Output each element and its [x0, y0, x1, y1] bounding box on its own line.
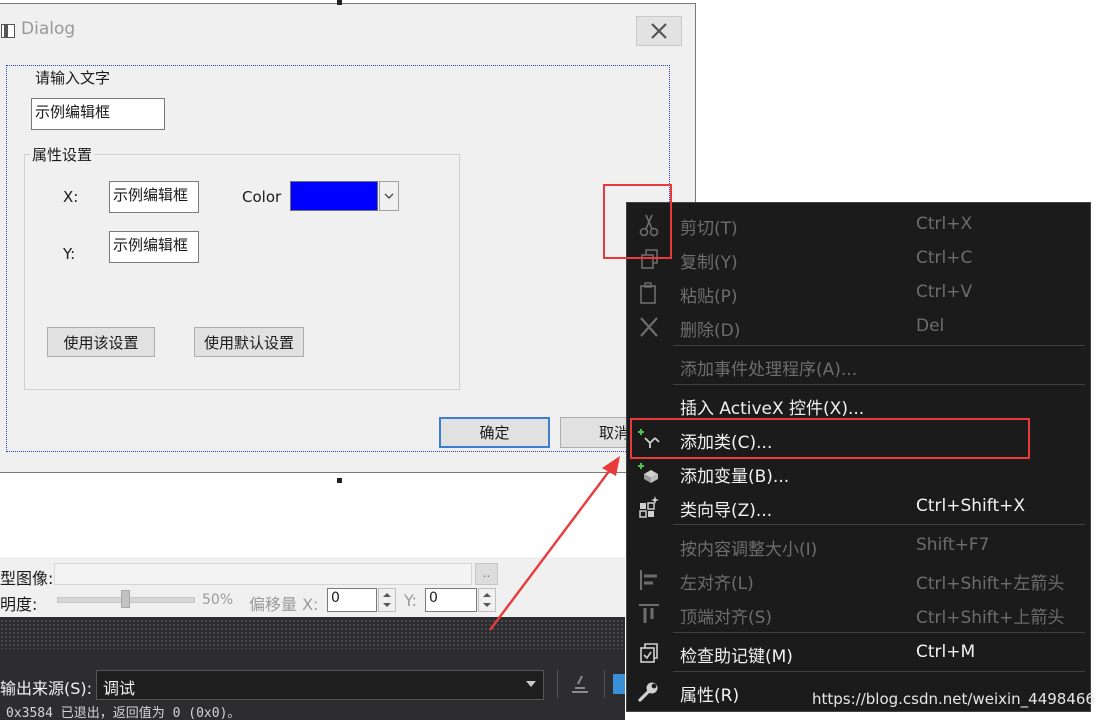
close-button[interactable] [636, 16, 682, 46]
menu-item-label: 添加变量(B)... [680, 467, 790, 487]
menu-item-shortcut: Ctrl+X [916, 214, 973, 234]
menu-item-label: 左对齐(L) [680, 574, 754, 594]
y-edit-box[interactable]: 示例编辑框 [109, 231, 199, 263]
menu-item-align-left[interactable]: 左对齐(L) Ctrl+Shift+左箭头 [627, 563, 1090, 596]
spin-arrows-icon [383, 593, 391, 607]
menu-item-shortcut: Shift+F7 [916, 535, 990, 555]
y-label: Y: [63, 245, 76, 263]
word-wrap-icon[interactable] [613, 674, 625, 694]
menu-item-label: 剪切(T) [680, 219, 738, 239]
wrench-icon [638, 682, 658, 702]
resize-handle-top[interactable] [337, 0, 342, 5]
menu-item-label: 粘贴(P) [680, 287, 738, 307]
toolbar-divider [604, 670, 605, 698]
resize-handle-bottom[interactable] [337, 478, 342, 483]
annotation-highlight-add-class [630, 418, 1030, 459]
chevron-down-icon [526, 681, 536, 687]
offset-y-input[interactable]: 0 [425, 588, 477, 612]
menu-item-insert-activex[interactable]: 插入 ActiveX 控件(X)... [627, 388, 1090, 421]
offset-x-input[interactable]: 0 [327, 588, 377, 612]
dialog-window: Dialog 请输入文字 示例编辑框 属性设置 X: 示例编辑框 Y: 示例编辑… [0, 3, 696, 473]
menu-item-label: 顶端对齐(S) [680, 608, 773, 628]
menu-item-shortcut: Ctrl+M [916, 642, 976, 662]
menu-item-shortcut: Del [916, 316, 945, 336]
menu-item-delete[interactable]: 删除(D) Del [627, 310, 1090, 343]
toolbar-divider [557, 670, 558, 698]
clear-all-icon [572, 675, 588, 693]
offset-x-spinner[interactable] [378, 588, 396, 612]
output-text: 0x3584 已退出，返回值为 0 (0x0)。 [6, 706, 241, 721]
menu-item-class-wizard[interactable]: 类向导(Z)... Ctrl+Shift+X [627, 490, 1090, 523]
class-wizard-icon [639, 496, 659, 518]
output-source-label: 输出来源(S): [0, 679, 93, 698]
menu-item-shortcut: Ctrl+C [916, 248, 973, 268]
menu-item-shortcut: Ctrl+Shift+左箭头 [916, 574, 1065, 594]
menu-separator [673, 632, 1085, 633]
image-label: 型图像: [0, 569, 54, 588]
brightness-label: 明度: [0, 595, 38, 614]
groupbox-label: 属性设置 [30, 144, 95, 165]
offset-y-label: Y: [404, 591, 418, 610]
offset-x-label: 偏移量 X: [249, 595, 319, 614]
prompt-label: 请输入文字 [35, 69, 111, 87]
menu-item-align-top[interactable]: 顶端对齐(S) Ctrl+Shift+上箭头 [627, 597, 1090, 630]
color-label: Color [242, 188, 282, 206]
menu-item-label: 检查助记键(M) [680, 647, 793, 667]
check-mnemonic-icon [640, 643, 658, 663]
color-dropdown-button[interactable] [379, 181, 399, 211]
menu-item-label: 类向导(Z)... [680, 501, 773, 521]
window-icon [1, 24, 15, 38]
close-icon [651, 23, 667, 39]
menu-item-add-variable[interactable]: 添加变量(B)... [627, 456, 1090, 489]
brightness-slider-thumb[interactable] [121, 590, 130, 608]
menu-item-size-to-content[interactable]: 按内容调整大小(I) Shift+F7 [627, 529, 1090, 562]
align-top-icon [639, 604, 659, 623]
annotation-arrow [489, 456, 620, 631]
menu-item-cut[interactable]: 剪切(T) Ctrl+X [627, 208, 1090, 241]
menu-separator [673, 345, 1085, 346]
menu-separator [673, 524, 1085, 525]
chevron-down-icon [384, 193, 394, 199]
menu-item-label: 复制(Y) [680, 253, 738, 273]
x-label: X: [63, 188, 79, 206]
dialog-titlebar[interactable]: Dialog [0, 4, 695, 56]
default-settings-button[interactable]: 使用默认设置 [194, 327, 304, 357]
menu-separator [673, 384, 1085, 385]
annotation-highlight-box [603, 184, 672, 259]
menu-item-check-mnemonics[interactable]: 检查助记键(M) Ctrl+M [627, 636, 1090, 669]
apply-settings-button[interactable]: 使用该设置 [47, 327, 155, 357]
brightness-value: 50% [202, 592, 234, 608]
menu-item-label: 添加事件处理程序(A)... [680, 360, 858, 380]
color-combobox[interactable] [290, 181, 400, 211]
output-source-select[interactable]: 调试 [96, 670, 544, 700]
watermark: https://blog.csdn.net/weixin_44984664 [812, 690, 1096, 708]
menu-item-label: 属性(R) [680, 686, 740, 706]
menu-separator [673, 671, 1085, 672]
image-path-field[interactable] [54, 563, 472, 585]
x-edit-box[interactable]: 示例编辑框 [109, 181, 199, 213]
paste-icon [640, 282, 656, 304]
menu-item-label: 插入 ActiveX 控件(X)... [680, 399, 865, 419]
menu-item-copy[interactable]: 复制(Y) Ctrl+C [627, 242, 1090, 275]
color-swatch [290, 181, 378, 211]
menu-item-shortcut: Ctrl+V [916, 282, 973, 302]
align-left-icon [640, 570, 657, 590]
menu-item-label: 删除(D) [680, 321, 741, 341]
delete-x-icon [640, 317, 658, 337]
menu-item-add-event-handler[interactable]: 添加事件处理程序(A)... [627, 349, 1090, 382]
menu-item-shortcut: Ctrl+Shift+上箭头 [916, 608, 1065, 628]
clear-output-button[interactable] [568, 672, 592, 696]
main-edit-box[interactable]: 示例编辑框 [31, 98, 165, 130]
menu-item-paste[interactable]: 粘贴(P) Ctrl+V [627, 276, 1090, 309]
add-variable-icon [638, 463, 658, 483]
menu-item-shortcut: Ctrl+Shift+X [916, 496, 1026, 516]
menu-item-label: 按内容调整大小(I) [680, 540, 818, 560]
dialog-title: Dialog [21, 19, 76, 39]
